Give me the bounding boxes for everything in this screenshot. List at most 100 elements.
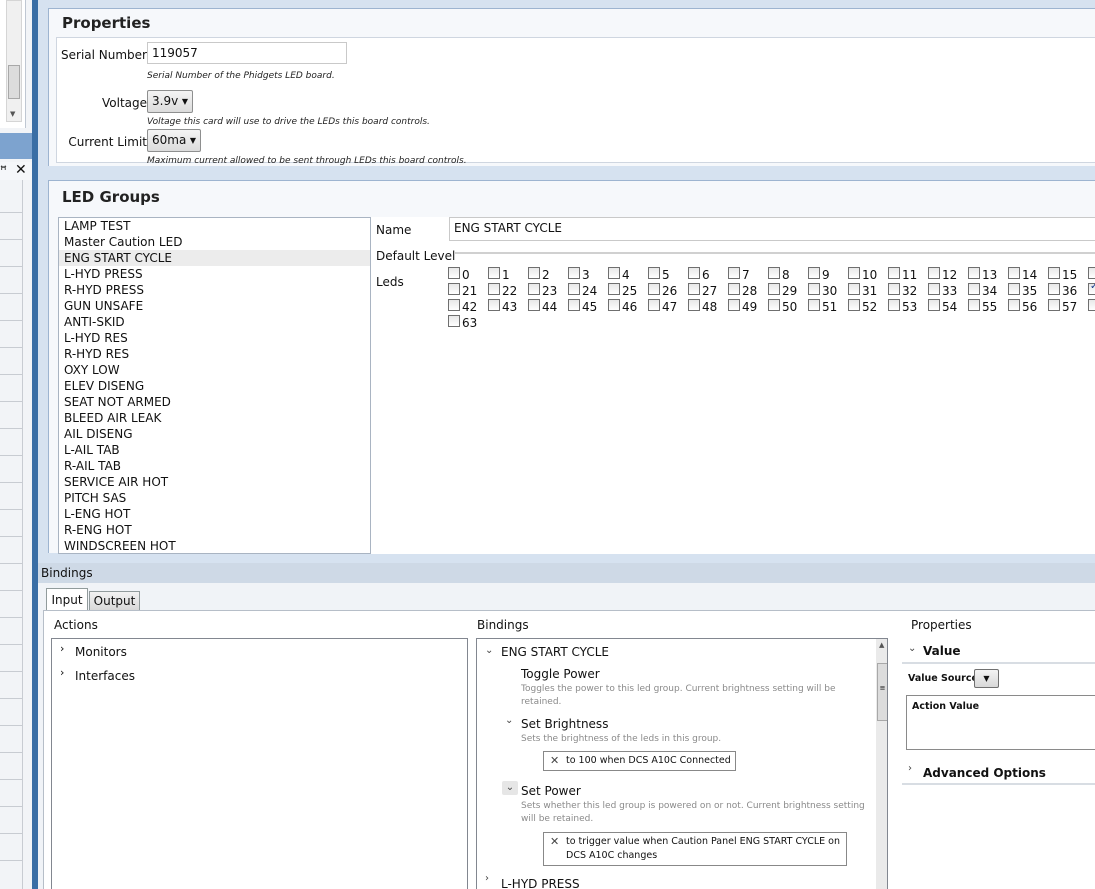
tree-item-interfaces[interactable]: Interfaces bbox=[75, 669, 135, 683]
led-checkbox[interactable]: 47 bbox=[648, 298, 688, 314]
checkbox-box[interactable] bbox=[688, 283, 700, 295]
checkbox-box[interactable] bbox=[1088, 299, 1095, 311]
tree-item-monitors[interactable]: Monitors bbox=[75, 645, 127, 659]
group-name-input[interactable]: ENG START CYCLE bbox=[449, 217, 1095, 241]
led-group-item[interactable]: PITCH SAS bbox=[59, 490, 370, 506]
checkbox-box[interactable] bbox=[728, 299, 740, 311]
chevron-down-icon[interactable]: ⌄ bbox=[502, 781, 518, 795]
checkbox-box[interactable] bbox=[608, 283, 620, 295]
led-checkbox[interactable]: 2 bbox=[528, 266, 568, 282]
checkbox-box[interactable] bbox=[1008, 283, 1020, 295]
checkbox-box[interactable] bbox=[768, 267, 780, 279]
led-checkbox[interactable]: 55 bbox=[968, 298, 1008, 314]
led-group-item[interactable]: L-HYD PRESS bbox=[59, 266, 370, 282]
led-checkbox[interactable]: 54 bbox=[928, 298, 968, 314]
binding-next-group[interactable]: L-HYD PRESS bbox=[501, 877, 580, 889]
led-checkbox[interactable] bbox=[1088, 266, 1095, 282]
led-checkbox[interactable]: 14 bbox=[1008, 266, 1048, 282]
led-checkbox[interactable]: 63 bbox=[448, 314, 488, 330]
led-checkbox[interactable]: 21 bbox=[448, 282, 488, 298]
serial-number-input[interactable]: 119057 bbox=[147, 42, 347, 64]
led-group-list[interactable]: LAMP TEST Master Caution LED ENG START CYC… bbox=[58, 217, 371, 554]
checkbox-box[interactable] bbox=[888, 283, 900, 295]
chevron-right-icon[interactable]: › bbox=[908, 763, 912, 774]
led-checkbox[interactable]: 7 bbox=[728, 266, 768, 282]
remove-icon[interactable]: ✕ bbox=[550, 835, 559, 849]
voltage-select[interactable]: 3.9v ▼ bbox=[147, 90, 193, 113]
value-source-select[interactable]: ▼ bbox=[974, 669, 999, 688]
current-limit-select[interactable]: 60ma ▼ bbox=[147, 129, 201, 152]
led-checkbox[interactable]: 12 bbox=[928, 266, 968, 282]
checkbox-box[interactable] bbox=[968, 299, 980, 311]
checkbox-box[interactable] bbox=[1088, 267, 1095, 279]
led-checkbox[interactable]: 42 bbox=[448, 298, 488, 314]
led-group-item[interactable]: ENG START CYCLE bbox=[59, 250, 370, 266]
led-group-item[interactable]: R-AIL TAB bbox=[59, 458, 370, 474]
close-icon[interactable]: ✕ bbox=[15, 162, 27, 178]
checkbox-box[interactable] bbox=[808, 283, 820, 295]
led-checkbox[interactable]: 30 bbox=[808, 282, 848, 298]
action-value-box[interactable]: Action Value bbox=[906, 695, 1095, 750]
left-scrollbar[interactable]: ▼ bbox=[6, 0, 22, 122]
bindings-scrollbar-thumb[interactable]: ≡ bbox=[877, 663, 887, 721]
checkbox-box[interactable] bbox=[928, 283, 940, 295]
checkbox-box[interactable] bbox=[888, 267, 900, 279]
led-checkbox[interactable]: 53 bbox=[888, 298, 928, 314]
led-group-item[interactable]: L-AIL TAB bbox=[59, 442, 370, 458]
checkbox-box[interactable] bbox=[528, 267, 540, 279]
checkbox-box[interactable] bbox=[648, 283, 660, 295]
led-group-item[interactable]: OXY LOW bbox=[59, 362, 370, 378]
chevron-right-icon[interactable]: › bbox=[60, 666, 64, 679]
checkbox-box[interactable] bbox=[848, 299, 860, 311]
led-checkbox[interactable]: 0 bbox=[448, 266, 488, 282]
checkbox-box[interactable] bbox=[448, 299, 460, 311]
checkbox-box[interactable] bbox=[568, 283, 580, 295]
led-group-item[interactable]: BLEED AIR LEAK bbox=[59, 410, 370, 426]
checkbox-box[interactable] bbox=[968, 267, 980, 279]
value-section-title[interactable]: Value bbox=[923, 644, 961, 658]
chevron-right-icon[interactable]: › bbox=[60, 642, 64, 655]
checkbox-box[interactable] bbox=[928, 299, 940, 311]
led-checkbox[interactable]: 26 bbox=[648, 282, 688, 298]
left-scrollbar-thumb[interactable] bbox=[8, 65, 20, 99]
led-group-item[interactable]: ELEV DISENG bbox=[59, 378, 370, 394]
led-checkbox[interactable]: 4 bbox=[608, 266, 648, 282]
checkbox-box[interactable] bbox=[448, 283, 460, 295]
advanced-options-title[interactable]: Advanced Options bbox=[923, 766, 1046, 780]
led-group-item[interactable]: AIL DISENG bbox=[59, 426, 370, 442]
checkbox-box[interactable] bbox=[728, 267, 740, 279]
led-checkbox[interactable]: 32 bbox=[888, 282, 928, 298]
led-checkbox[interactable]: 24 bbox=[568, 282, 608, 298]
checkbox-box[interactable] bbox=[808, 267, 820, 279]
led-checkbox[interactable]: 15 bbox=[1048, 266, 1088, 282]
led-checkbox[interactable]: 13 bbox=[968, 266, 1008, 282]
led-group-item[interactable]: L-HYD RES bbox=[59, 330, 370, 346]
led-group-item[interactable]: R-ENG HOT bbox=[59, 522, 370, 538]
led-checkbox[interactable]: 1 bbox=[488, 266, 528, 282]
checkbox-box[interactable] bbox=[1048, 299, 1060, 311]
checkbox-box[interactable] bbox=[888, 299, 900, 311]
led-checkbox[interactable]: 10 bbox=[848, 266, 888, 282]
led-checkbox[interactable]: 31 bbox=[848, 282, 888, 298]
checkbox-box[interactable] bbox=[488, 299, 500, 311]
led-checkbox[interactable]: 56 bbox=[1008, 298, 1048, 314]
led-checkbox[interactable]: 9 bbox=[808, 266, 848, 282]
checkbox-box[interactable] bbox=[488, 267, 500, 279]
led-checkbox[interactable]: 29 bbox=[768, 282, 808, 298]
led-checkbox[interactable]: 3 bbox=[568, 266, 608, 282]
led-group-item[interactable]: ANTI-SKID bbox=[59, 314, 370, 330]
led-checkbox[interactable]: 34 bbox=[968, 282, 1008, 298]
led-checkbox[interactable]: 57 bbox=[1048, 298, 1088, 314]
checkbox-box[interactable] bbox=[528, 299, 540, 311]
led-group-item[interactable]: WINDSCREEN HOT bbox=[59, 538, 370, 553]
checkbox-box[interactable] bbox=[448, 315, 460, 327]
default-level-slider[interactable] bbox=[455, 252, 1095, 254]
led-checkbox[interactable]: 36 bbox=[1048, 282, 1088, 298]
chevron-right-icon[interactable]: › bbox=[485, 873, 489, 884]
toggle-power-action[interactable]: Toggle Power bbox=[521, 667, 600, 681]
checkbox-box[interactable] bbox=[728, 283, 740, 295]
led-checkbox[interactable]: 33 bbox=[928, 282, 968, 298]
led-checkbox[interactable]: 11 bbox=[888, 266, 928, 282]
led-checkbox[interactable]: 51 bbox=[808, 298, 848, 314]
led-group-item[interactable]: SERVICE AIR HOT bbox=[59, 474, 370, 490]
